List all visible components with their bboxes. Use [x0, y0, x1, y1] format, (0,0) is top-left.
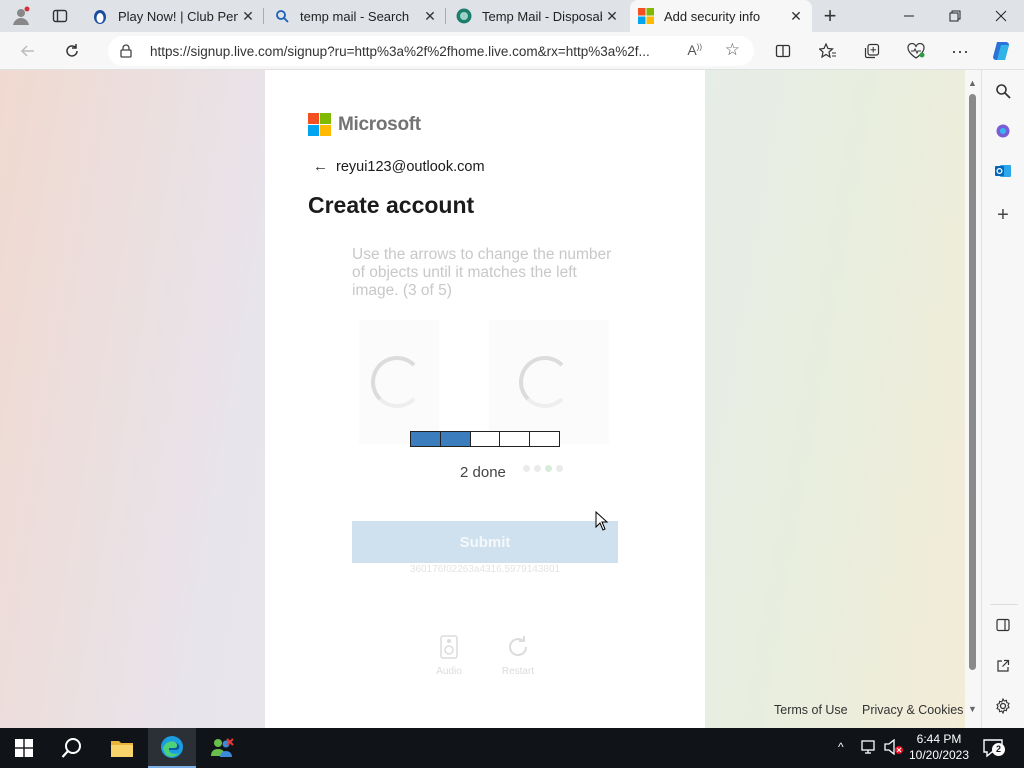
- edge-icon[interactable]: [148, 728, 196, 768]
- signup-card: Microsoft ← reyui123@outlook.com Create …: [265, 70, 705, 728]
- account-email: reyui123@outlook.com: [336, 158, 485, 175]
- puzzle-reference-image: [359, 320, 439, 444]
- privacy-cookies-link[interactable]: Privacy & Cookies: [862, 703, 963, 717]
- favorite-star-icon[interactable]: ☆: [725, 40, 740, 60]
- audio-button[interactable]: Audio: [429, 634, 469, 677]
- new-tab-icon[interactable]: +: [815, 1, 845, 31]
- windows-start-icon[interactable]: [0, 728, 48, 768]
- edge-sidebar: +: [981, 70, 1024, 728]
- temp-mail-favicon-icon: [456, 8, 472, 24]
- hide-sidebar-icon[interactable]: [989, 611, 1017, 639]
- loading-spinner-icon: [371, 356, 423, 408]
- copilot-icon[interactable]: [987, 36, 1017, 66]
- restore-icon[interactable]: [932, 0, 978, 32]
- scroll-down-icon[interactable]: ▼: [968, 704, 977, 714]
- browser-essentials-icon[interactable]: [901, 36, 931, 66]
- tab-temp-mail-disposable[interactable]: Temp Mail - Disposable ✕: [448, 0, 628, 32]
- audio-label: Audio: [436, 666, 462, 677]
- loading-dots-icon: [523, 465, 567, 472]
- progress-segment: [500, 432, 531, 446]
- microsoft-logo: Microsoft: [308, 113, 421, 136]
- mouse-cursor-icon: [595, 510, 609, 536]
- tab-actions-icon[interactable]: [45, 1, 75, 31]
- favorites-icon[interactable]: [813, 36, 843, 66]
- split-screen-icon[interactable]: [768, 36, 798, 66]
- tab-title: Play Now! | Club Penguin: [118, 8, 238, 24]
- penguin-favicon-icon: [92, 8, 108, 24]
- terms-of-use-link[interactable]: Terms of Use: [774, 703, 848, 717]
- address-bar[interactable]: https://signup.live.com/signup?ru=http%3…: [108, 36, 754, 66]
- progress-segment: [440, 432, 471, 446]
- notification-count-badge: 2: [992, 743, 1005, 756]
- tab-close-icon[interactable]: ✕: [422, 8, 438, 24]
- tab-title: temp mail - Search: [300, 8, 410, 24]
- tab-club-penguin[interactable]: Play Now! | Club Penguin ✕: [84, 0, 264, 32]
- puzzle-progress-bar: [410, 431, 560, 447]
- settings-gear-icon[interactable]: [989, 692, 1017, 720]
- back-to-email[interactable]: ← reyui123@outlook.com: [313, 158, 485, 175]
- notifications-icon[interactable]: 2: [983, 737, 1005, 764]
- tab-close-icon[interactable]: ✕: [240, 8, 256, 24]
- tab-add-security-info[interactable]: Add security info ✕: [630, 0, 812, 32]
- network-icon[interactable]: [861, 739, 879, 760]
- back-icon[interactable]: [13, 36, 43, 66]
- submit-button[interactable]: Submit: [352, 521, 618, 563]
- progress-done-label: 2 done: [460, 464, 506, 481]
- collections-icon[interactable]: [857, 36, 887, 66]
- lock-icon[interactable]: [120, 44, 136, 58]
- open-external-icon[interactable]: [989, 652, 1017, 680]
- back-arrow-icon[interactable]: ←: [313, 158, 328, 175]
- show-hidden-icons-chevron-icon[interactable]: ^: [838, 740, 844, 754]
- restart-label: Restart: [501, 666, 535, 677]
- close-window-icon[interactable]: [978, 0, 1024, 32]
- more-icon[interactable]: ···: [945, 36, 975, 66]
- progress-segment: [530, 432, 559, 446]
- url-text: https://signup.live.com/signup?ru=http%3…: [150, 43, 650, 59]
- session-id: 360176f02263a4316.5979143801: [409, 564, 561, 575]
- tab-close-icon[interactable]: ✕: [788, 8, 804, 24]
- search-sidebar-icon[interactable]: [989, 77, 1017, 105]
- minimize-icon[interactable]: [886, 0, 932, 32]
- tab-title: Add security info: [664, 8, 761, 24]
- clock-date: 10/20/2023: [908, 748, 970, 762]
- search-favicon-icon: [274, 8, 290, 24]
- tab-close-icon[interactable]: ✕: [604, 8, 620, 24]
- browser-toolbar: https://signup.live.com/signup?ru=http%3…: [0, 32, 1024, 70]
- clock-time: 6:44 PM: [916, 732, 962, 746]
- progress-segment: [470, 432, 501, 446]
- microsoft-365-icon[interactable]: [989, 117, 1017, 145]
- outlook-icon[interactable]: [989, 157, 1017, 185]
- loading-spinner-icon: [519, 356, 571, 408]
- microsoft-logo-text: Microsoft: [338, 113, 421, 135]
- read-aloud-icon[interactable]: A)): [687, 42, 702, 58]
- speaker-icon: [429, 634, 469, 660]
- microsoft-logo-icon: [308, 113, 331, 136]
- file-explorer-icon[interactable]: [98, 728, 146, 768]
- progress-segment: [411, 432, 441, 446]
- system-clock[interactable]: 6:44 PM 10/20/2023: [906, 731, 972, 763]
- refresh-icon[interactable]: [57, 36, 87, 66]
- restart-button[interactable]: Restart: [498, 634, 538, 677]
- page-viewport: Microsoft ← reyui123@outlook.com Create …: [0, 70, 965, 728]
- people-app-icon[interactable]: [198, 728, 246, 768]
- page-scrollbar[interactable]: ▲ ▼: [965, 70, 981, 728]
- tab-title: Temp Mail - Disposable: [482, 8, 602, 24]
- puzzle-instruction: Use the arrows to change the number of o…: [352, 246, 612, 299]
- add-icon[interactable]: +: [989, 201, 1017, 229]
- tab-strip: Play Now! | Club Penguin ✕ temp mail - S…: [0, 0, 1024, 32]
- profile-icon[interactable]: [6, 1, 36, 31]
- volume-muted-icon[interactable]: [884, 738, 904, 760]
- windows-taskbar: ^ 6:44 PM 10/20/2023 2: [0, 728, 1024, 768]
- tab-temp-mail-search[interactable]: temp mail - Search ✕: [266, 0, 446, 32]
- scroll-thumb[interactable]: [969, 94, 976, 670]
- restart-icon: [498, 634, 538, 660]
- taskbar-search-icon[interactable]: [48, 728, 96, 768]
- puzzle-answer-image[interactable]: [489, 320, 609, 444]
- microsoft-favicon-icon: [638, 8, 654, 24]
- scroll-up-icon[interactable]: ▲: [968, 78, 977, 88]
- page-title: Create account: [308, 192, 475, 218]
